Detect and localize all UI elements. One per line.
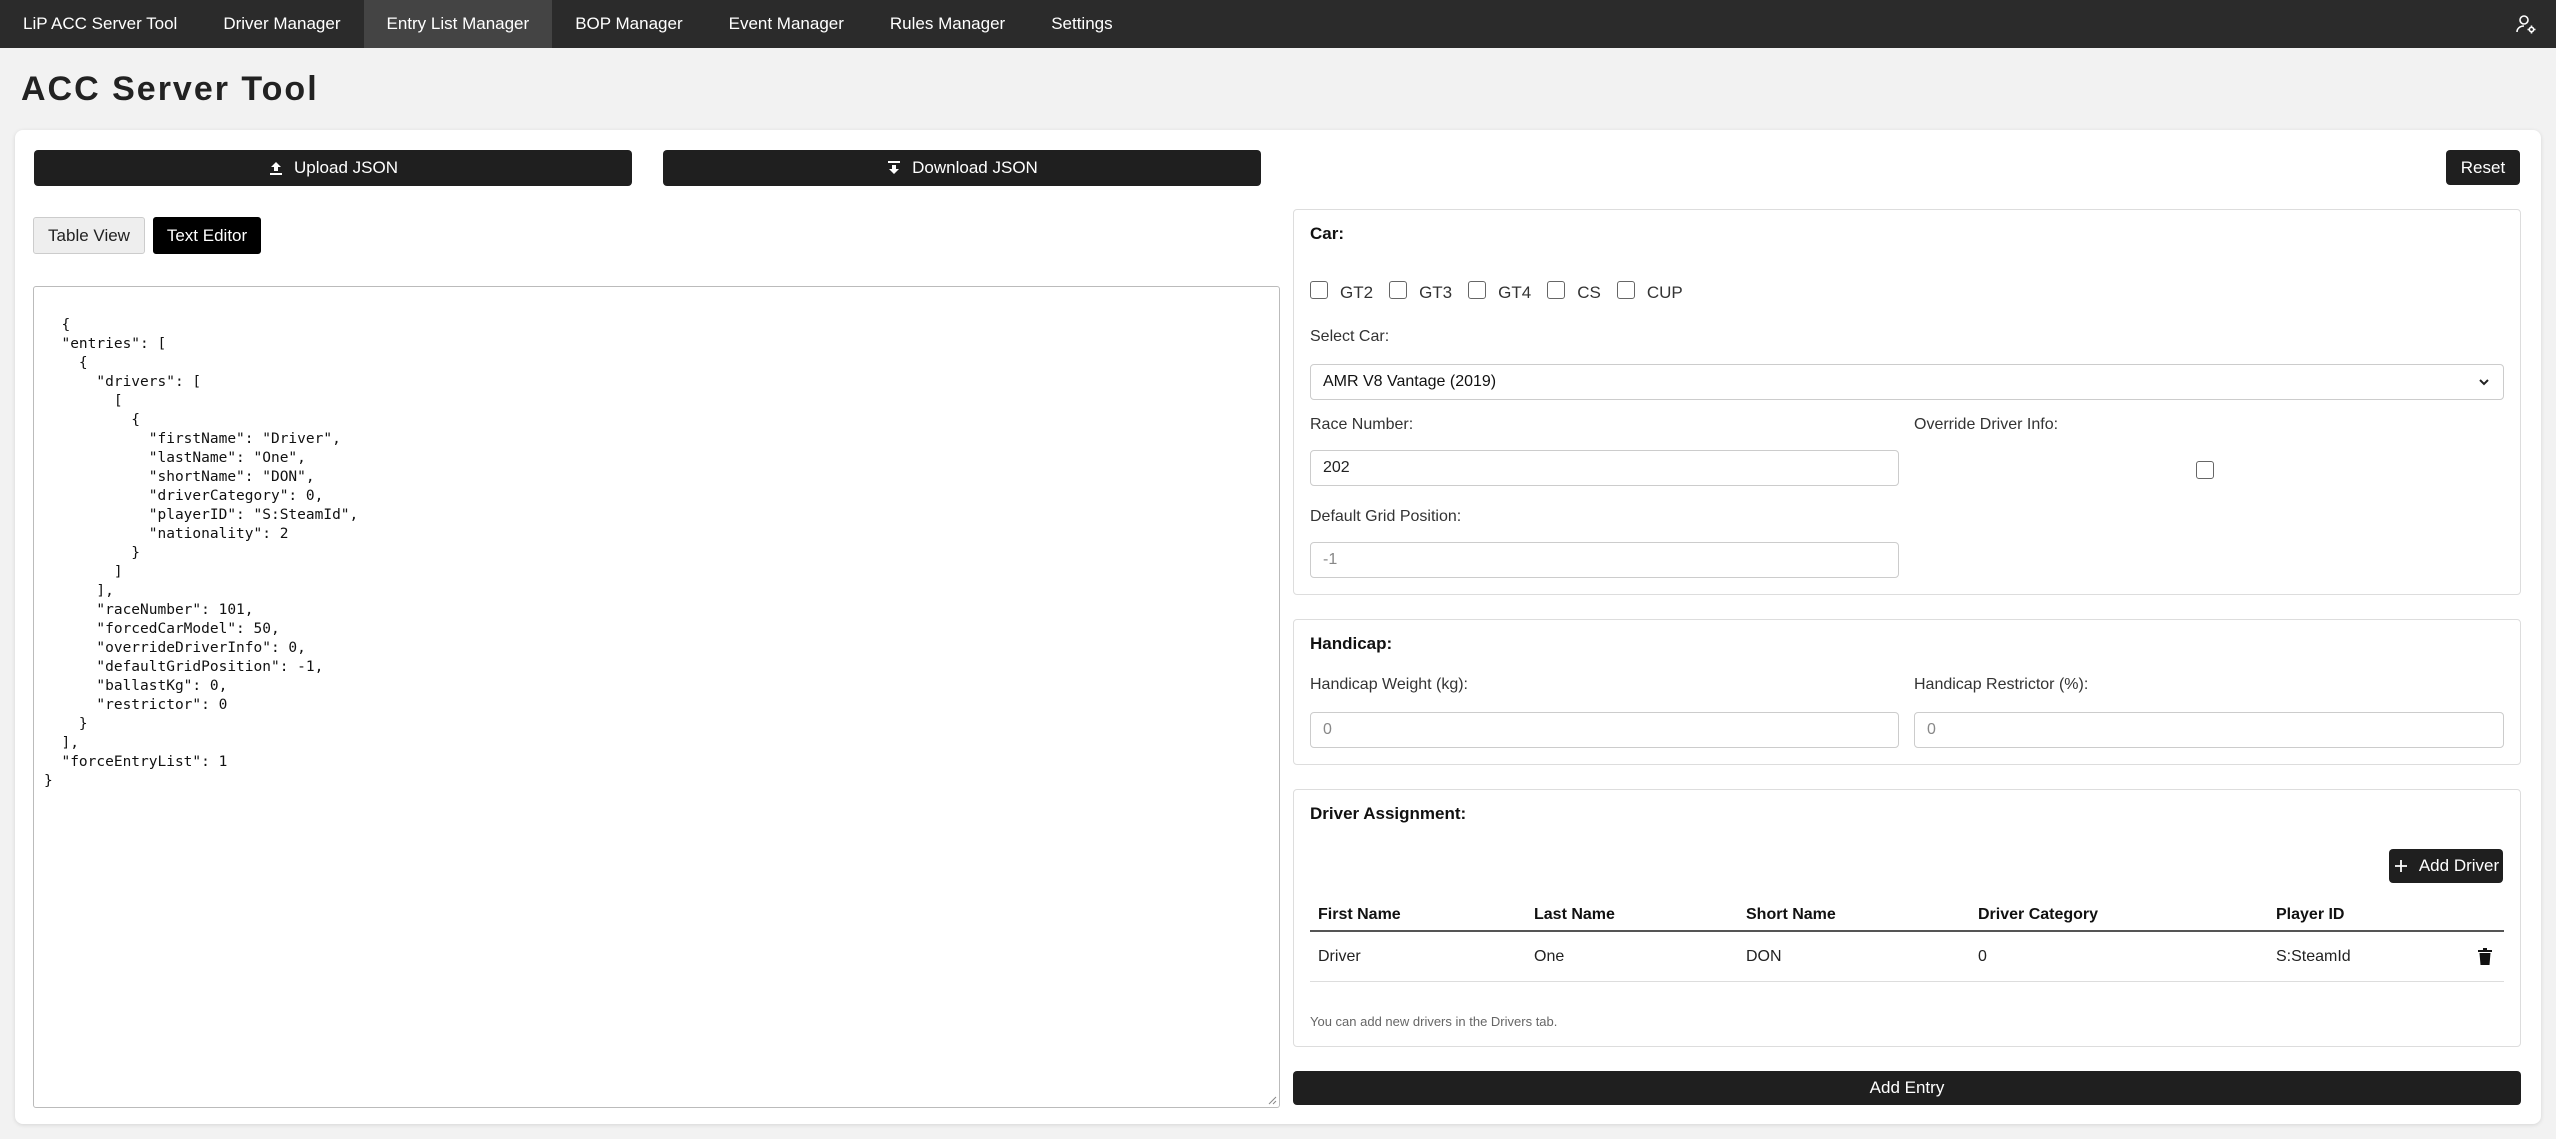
driver-first-name: Driver xyxy=(1318,947,1361,965)
driver-assignment-panel: Driver Assignment: Add Driver First Name… xyxy=(1293,789,2521,1047)
tab-table-view[interactable]: Table View xyxy=(33,217,145,254)
nav-item-driver-manager[interactable]: Driver Manager xyxy=(200,0,363,48)
race-number-label: Race Number: xyxy=(1310,416,1414,433)
checkbox[interactable] xyxy=(1389,281,1408,299)
handicap-restrictor-placeholder: 0 xyxy=(1927,721,1936,738)
handicap-restrictor-input[interactable]: 0 xyxy=(1914,712,2504,748)
table-row: Driver One DON 0 S:SteamId xyxy=(1310,932,2504,982)
chevron-down-icon xyxy=(2479,379,2489,386)
checkbox[interactable] xyxy=(1616,281,1635,299)
plus-icon xyxy=(2394,860,2407,872)
class-label: CUP xyxy=(1646,283,1683,302)
column-header: First Name xyxy=(1318,906,1401,923)
json-text-editor[interactable]: { "entries": [ { "drivers": [ [ { "first… xyxy=(33,286,1280,1108)
column-header: Driver Category xyxy=(1978,906,2099,923)
handicap-restrictor-label: Handicap Restrictor (%): xyxy=(1914,676,2089,693)
nav-item-settings[interactable]: Settings xyxy=(1028,0,1135,48)
class-filter-cup[interactable]: CUP xyxy=(1616,277,1683,303)
driver-short-name: DON xyxy=(1746,947,1782,965)
checkbox[interactable] xyxy=(1310,281,1328,299)
nav-item-entry-list-manager[interactable]: Entry List Manager xyxy=(363,0,553,48)
nav-item-rules-manager[interactable]: Rules Manager xyxy=(867,0,1028,48)
default-grid-position-input[interactable]: -1 xyxy=(1310,542,1899,578)
upload-json-button[interactable]: Upload JSON xyxy=(34,150,632,186)
add-driver-label: Add Driver xyxy=(2418,856,2500,875)
download-json-label: Download JSON xyxy=(912,158,1038,177)
class-label: GT2 xyxy=(1340,283,1374,302)
driver-category: 0 xyxy=(1978,947,1987,965)
select-car-label: Select Car: xyxy=(1310,328,1390,345)
override-driver-info-label: Override Driver Info: xyxy=(1914,416,2059,433)
nav-item-event-manager[interactable]: Event Manager xyxy=(706,0,867,48)
add-entry-button[interactable]: Add Entry xyxy=(1293,1071,2521,1105)
class-filter-cs[interactable]: CS xyxy=(1547,277,1601,303)
handicap-weight-placeholder: 0 xyxy=(1323,721,1332,738)
handicap-section-title: Handicap: xyxy=(1310,634,1393,653)
race-number-value: 202 xyxy=(1323,459,1350,476)
driver-last-name: One xyxy=(1534,947,1565,965)
checkbox[interactable] xyxy=(1468,281,1487,299)
reset-button[interactable]: Reset xyxy=(2446,150,2520,185)
race-number-input[interactable]: 202 xyxy=(1310,450,1899,486)
class-filter-gt2[interactable]: GT2 xyxy=(1310,277,1373,303)
driver-assignment-title: Driver Assignment: xyxy=(1310,804,1467,823)
upload-icon xyxy=(270,162,283,175)
page-title: ACC Server Tool xyxy=(21,70,319,108)
nav-item-bop-manager[interactable]: BOP Manager xyxy=(552,0,705,48)
user-settings-icon[interactable] xyxy=(2514,12,2538,36)
trash-icon[interactable] xyxy=(2477,947,2493,966)
handicap-panel: Handicap: Handicap Weight (kg): 0 Handic… xyxy=(1293,619,2521,765)
override-driver-info-checkbox[interactable] xyxy=(2196,461,2214,479)
download-json-button[interactable]: Download JSON xyxy=(663,150,1261,186)
class-filter-gt3[interactable]: GT3 xyxy=(1389,277,1452,303)
add-driver-button[interactable]: Add Driver xyxy=(2389,849,2503,883)
download-icon xyxy=(888,161,901,174)
selected-car-value: AMR V8 Vantage (2019) xyxy=(1323,373,1497,390)
column-header: Short Name xyxy=(1746,906,1836,923)
column-header: Last Name xyxy=(1534,906,1615,923)
grid-position-placeholder: -1 xyxy=(1323,551,1338,568)
class-filter-gt4[interactable]: GT4 xyxy=(1468,277,1531,303)
car-section-title: Car: xyxy=(1310,224,1345,243)
drivers-hint-text: You can add new drivers in the Drivers t… xyxy=(1310,1014,1558,1029)
class-label: GT3 xyxy=(1419,283,1453,302)
class-label: GT4 xyxy=(1498,283,1532,302)
car-panel: Car: GT2 GT3 GT4 CS CUP Select Car: AMR … xyxy=(1293,209,2521,595)
default-grid-position-label: Default Grid Position: xyxy=(1310,508,1462,525)
top-nav: LiP ACC Server Tool Driver Manager Entry… xyxy=(0,0,2556,48)
handicap-weight-label: Handicap Weight (kg): xyxy=(1310,676,1468,693)
json-editor-content: { "entries": [ { "drivers": [ [ { "first… xyxy=(44,317,359,789)
column-header: Player ID xyxy=(2276,906,2345,923)
driver-player-id: S:SteamId xyxy=(2276,947,2351,965)
handicap-weight-input[interactable]: 0 xyxy=(1310,712,1899,748)
nav-item-home[interactable]: LiP ACC Server Tool xyxy=(0,0,200,48)
table-header: First Name Last Name Short Name Driver C… xyxy=(1310,900,2504,932)
drivers-table: First Name Last Name Short Name Driver C… xyxy=(1310,900,2504,982)
upload-json-label: Upload JSON xyxy=(294,158,398,177)
car-select[interactable]: AMR V8 Vantage (2019) xyxy=(1310,364,2504,400)
checkbox[interactable] xyxy=(1547,281,1566,299)
resize-grip-icon[interactable] xyxy=(1267,1095,1277,1105)
car-class-filters: GT2 GT3 GT4 CS CUP xyxy=(1310,277,1699,303)
tab-text-editor[interactable]: Text Editor xyxy=(153,217,261,254)
class-label: CS xyxy=(1577,283,1601,302)
